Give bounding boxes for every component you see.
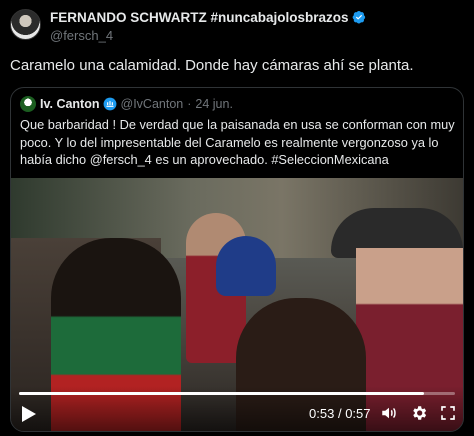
settings-icon[interactable] — [410, 404, 428, 422]
video-player[interactable]: 0:53 / 0:57 — [11, 178, 463, 431]
quote-separator: · — [187, 97, 192, 111]
video-progress-fill — [19, 392, 425, 395]
video-progress-bar[interactable] — [19, 392, 455, 395]
video-time: 0:53 / 0:57 — [309, 406, 371, 421]
verified-badge-icon — [352, 11, 365, 24]
author-handle[interactable]: @fersch_4 — [50, 28, 113, 43]
video-current-time: 0:53 — [309, 406, 335, 421]
video-controls: 0:53 / 0:57 — [11, 386, 463, 431]
video-scene-cap — [216, 236, 276, 296]
volume-icon[interactable] — [380, 404, 398, 422]
quote-author-name[interactable]: Iv. Canton — [40, 97, 100, 111]
post-header: FERNANDO SCHWARTZ #nuncabajolosbrazos @f… — [10, 9, 464, 45]
quoted-post[interactable]: Iv. Canton @IvCanton · 24 jun. Que barbarid… — [10, 87, 464, 432]
quote-header: Iv. Canton @IvCanton · 24 jun. — [20, 96, 233, 114]
quote-author-handle[interactable]: @IvCanton — [121, 97, 184, 111]
video-duration: 0:57 — [345, 406, 371, 421]
author-avatar[interactable] — [10, 9, 41, 40]
quote-author-avatar[interactable] — [20, 96, 36, 112]
quote-text: Que barbaridad ! De verdad que la paisan… — [20, 117, 455, 167]
video-time-separator: / — [337, 406, 342, 421]
post-text: Caramelo una calamidad. Donde hay cámara… — [10, 57, 414, 74]
play-icon[interactable] — [21, 405, 37, 423]
affiliate-badge-icon — [103, 97, 116, 111]
quote-date[interactable]: 24 jun. — [195, 97, 233, 111]
author-name-row[interactable]: FERNANDO SCHWARTZ #nuncabajolosbrazos — [50, 10, 366, 25]
fullscreen-icon[interactable] — [439, 404, 457, 422]
author-name[interactable]: FERNANDO SCHWARTZ #nuncabajolosbrazos — [50, 10, 349, 25]
